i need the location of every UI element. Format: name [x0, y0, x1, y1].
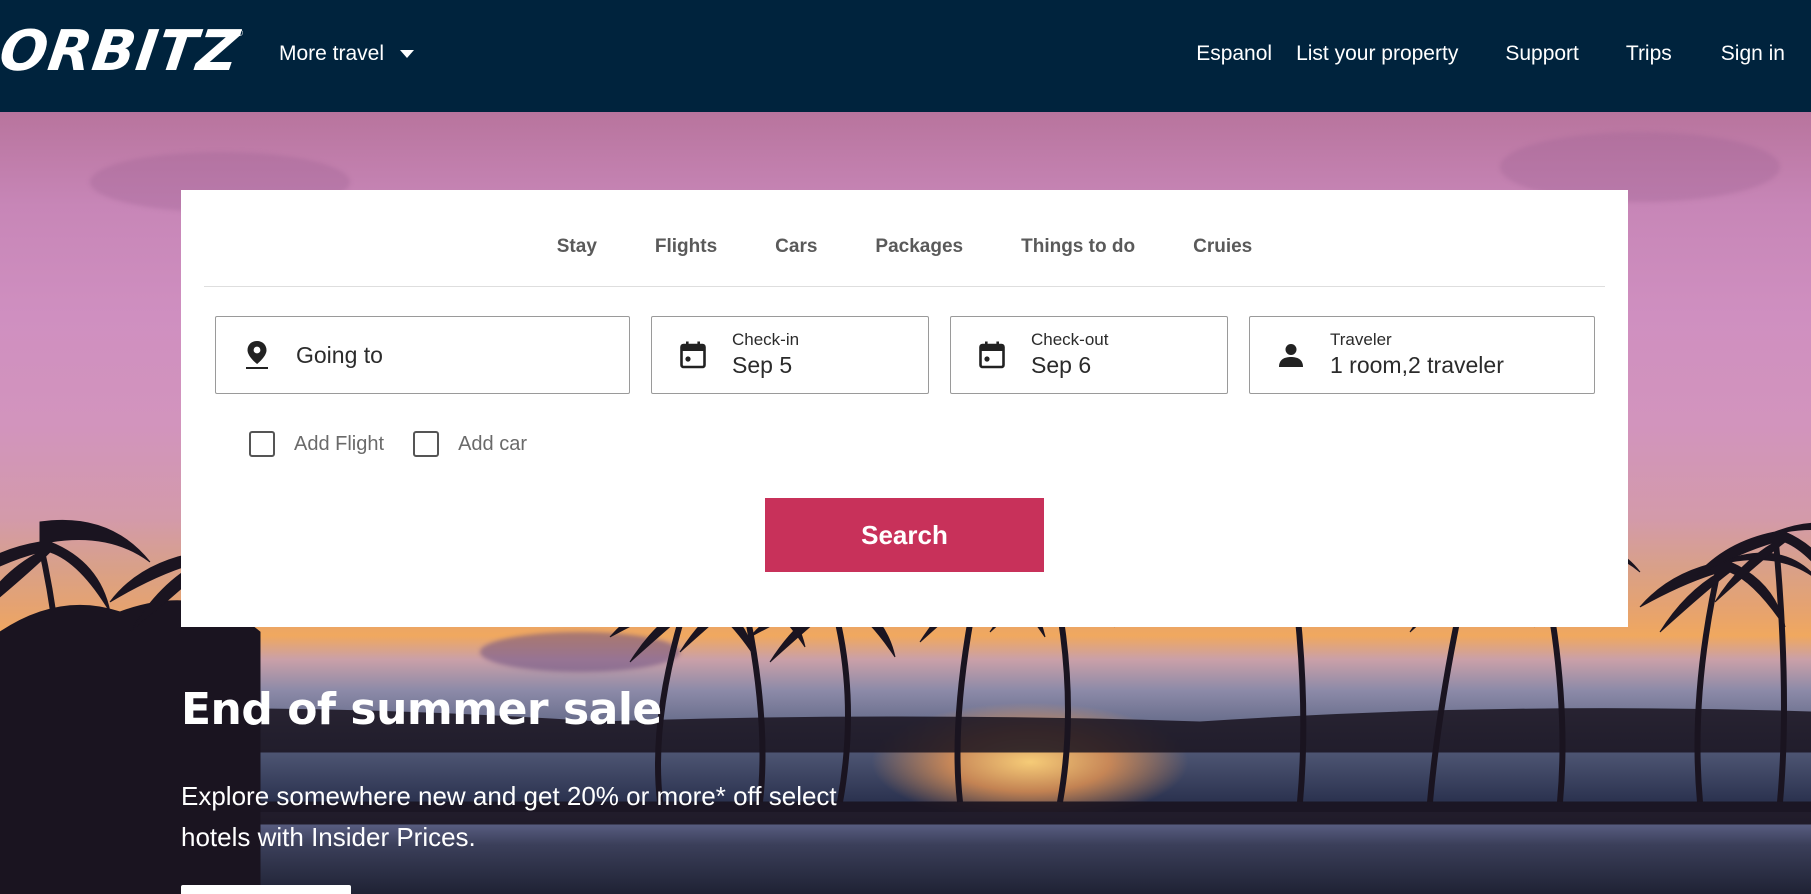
destination-placeholder: Going to	[296, 341, 383, 368]
tab-packages[interactable]: Packages	[846, 236, 992, 258]
orbitz-logo[interactable]: ORBITZ ®	[0, 19, 244, 84]
more-travel-label: More travel	[279, 42, 385, 65]
more-travel-menu[interactable]: More travel	[279, 40, 415, 68]
tab-flights[interactable]: Flights	[626, 236, 746, 258]
map-pin-icon	[244, 340, 270, 370]
search-addons: Add Flight Add car	[249, 430, 527, 458]
promo-title: End of summer sale	[181, 684, 662, 735]
person-icon	[1278, 340, 1304, 370]
header-nav-links: Espanol List your property Support Trips…	[1196, 40, 1785, 68]
nav-list-property-link[interactable]: List your property	[1296, 42, 1458, 66]
add-car-label[interactable]: Add car	[458, 433, 527, 456]
calendar-icon	[680, 340, 706, 370]
check-out-text: Check-out Sep 6	[1031, 330, 1108, 380]
logo-registered-mark: ®	[236, 28, 244, 38]
check-out-field[interactable]: Check-out Sep 6	[950, 316, 1228, 394]
check-in-field[interactable]: Check-in Sep 5	[651, 316, 929, 394]
calendar-icon	[979, 340, 1005, 370]
check-in-text: Check-in Sep 5	[732, 330, 799, 380]
check-out-label: Check-out	[1031, 330, 1109, 349]
traveler-value: 1 room,2 traveler	[1330, 352, 1504, 378]
tab-cruises[interactable]: Cruies	[1164, 236, 1281, 258]
add-flight-label[interactable]: Add Flight	[294, 433, 384, 456]
check-in-label: Check-in	[732, 330, 800, 349]
nav-sign-in-link[interactable]: Sign in	[1721, 42, 1785, 66]
tabs-divider	[204, 286, 1605, 287]
search-tabs: Stay Flights Cars Packages Things to do …	[181, 190, 1628, 287]
traveler-field[interactable]: Traveler 1 room,2 traveler	[1249, 316, 1595, 394]
destination-field[interactable]: Going to	[215, 316, 630, 394]
add-car-checkbox[interactable]	[413, 431, 440, 457]
promo-cta-button[interactable]	[181, 885, 351, 894]
nav-support-link[interactable]: Support	[1505, 42, 1579, 66]
tab-things-to-do[interactable]: Things to do	[992, 236, 1164, 258]
tab-cars[interactable]: Cars	[746, 236, 846, 258]
chevron-down-icon	[400, 50, 415, 58]
nav-espanol-link[interactable]: Espanol	[1196, 42, 1272, 66]
add-flight-checkbox[interactable]	[249, 431, 275, 457]
tab-stay[interactable]: Stay	[528, 236, 626, 258]
check-in-value: Sep 5	[732, 352, 793, 378]
traveler-text: Traveler 1 room,2 traveler	[1330, 330, 1504, 380]
search-button[interactable]: Search	[765, 498, 1044, 572]
check-out-value: Sep 6	[1031, 352, 1092, 378]
traveler-label: Traveler	[1330, 330, 1392, 349]
top-navigation-bar: ORBITZ ® More travel Espanol List your p…	[0, 0, 1811, 112]
search-panel: Stay Flights Cars Packages Things to do …	[181, 190, 1628, 627]
promo-description: Explore somewhere new and get 20% or mor…	[181, 781, 837, 852]
nav-trips-link[interactable]: Trips	[1626, 42, 1672, 66]
logo-text: ORBITZ	[0, 19, 244, 84]
